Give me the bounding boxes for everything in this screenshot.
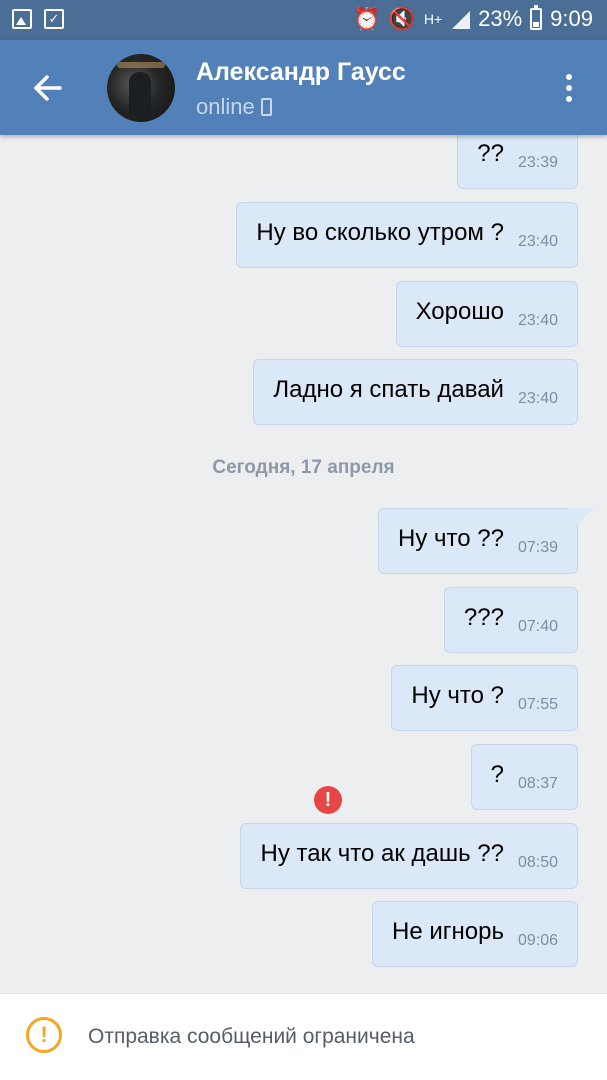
status-time: 9:09 [550, 6, 593, 31]
battery-percent: 23% [478, 6, 523, 31]
message-bubble[interactable]: Не игнорь 09:06 [371, 901, 578, 967]
message-time: 07:40 [517, 618, 558, 635]
message-text: Ну что ? [411, 682, 504, 709]
message-bubble[interactable]: ?? 23:39 [457, 135, 578, 189]
status-left-icons: ✓ [12, 9, 64, 29]
message-bubble[interactable]: ??? 07:40 [443, 587, 578, 653]
message-bubble[interactable]: Ну что ?? 07:39 [378, 508, 578, 574]
message-text: ??? [463, 604, 504, 631]
message-text: ? [490, 761, 504, 788]
message-text: Ну во сколько утром ? [256, 219, 504, 246]
message-time: 07:39 [517, 539, 558, 556]
message-text: Хорошо [415, 298, 504, 325]
messaging-restricted-bar: ! Отправка сообщений ограничена [0, 993, 607, 1080]
status-bar: ✓ ⏰ 🔇 H+ 23% 9:09 [0, 0, 607, 40]
message-time: 23:40 [517, 390, 558, 407]
contact-name[interactable]: Александр Гаусс [196, 58, 406, 87]
bubble-tail-icon [569, 508, 595, 532]
avatar[interactable] [107, 54, 175, 122]
more-options-icon[interactable] [559, 70, 579, 106]
message-time: 23:40 [517, 233, 558, 250]
mobile-phone-icon [260, 98, 272, 116]
message-bubble[interactable]: Хорошо 23:40 [395, 281, 578, 347]
checklist-icon: ✓ [44, 9, 64, 29]
message-text: Ну что ?? [398, 525, 504, 552]
message-bubble[interactable]: ? 08:37 [470, 744, 578, 810]
message-bubble[interactable]: Ну во сколько утром ? 23:40 [236, 202, 578, 268]
battery-icon [530, 5, 543, 30]
restriction-notice: Отправка сообщений ограничена [88, 1025, 415, 1048]
presence-status: online [196, 94, 272, 120]
message-time: 08:37 [517, 775, 558, 792]
date-separator: Сегодня, 17 апреля [212, 457, 395, 478]
message-list[interactable]: ?? 23:39 Ну во сколько утром ? 23:40 Хор… [0, 135, 607, 993]
chat-header: Александр Гаусс online [0, 40, 607, 135]
message-text: Ладно я спать давай [273, 376, 504, 403]
status-right: ⏰ 🔇 H+ 23% 9:09 [353, 5, 593, 32]
back-arrow-icon[interactable] [30, 70, 66, 106]
message-time: 07:55 [517, 696, 558, 713]
gallery-icon [12, 9, 32, 29]
message-time: 08:50 [517, 854, 558, 871]
send-error-icon[interactable]: ! [314, 786, 342, 814]
signal-icon [450, 9, 471, 29]
message-text: ?? [477, 140, 504, 167]
message-time: 23:40 [517, 312, 558, 329]
message-bubble[interactable]: Ладно я спать давай 23:40 [253, 359, 578, 425]
warning-icon: ! [26, 1017, 62, 1053]
mute-icon: 🔇 [388, 6, 416, 31]
network-type: H+ [423, 11, 443, 27]
message-bubble[interactable]: Ну что ? 07:55 [391, 665, 578, 731]
presence-label: online [196, 94, 255, 119]
message-time: 09:06 [517, 932, 558, 949]
alarm-icon: ⏰ [353, 6, 381, 31]
message-text: Не игнорь [391, 918, 504, 945]
message-text: Ну так что ак дашь ?? [260, 840, 504, 867]
message-time: 23:39 [517, 154, 558, 171]
message-bubble[interactable]: Ну так что ак дашь ?? 08:50 [240, 823, 578, 889]
